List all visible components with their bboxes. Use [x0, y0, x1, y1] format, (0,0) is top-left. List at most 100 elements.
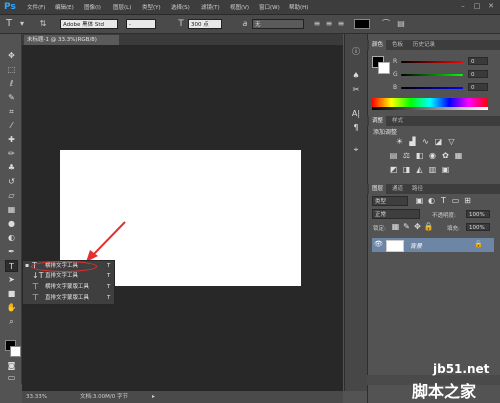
- lock-all-icon[interactable]: 🔒: [423, 222, 434, 232]
- menu-file[interactable]: 文件(F): [27, 3, 45, 11]
- hand-icon[interactable]: ✋: [5, 302, 18, 314]
- filter-type-icon[interactable]: T: [438, 196, 449, 206]
- tool-preset-icon[interactable]: ✂: [349, 84, 363, 96]
- align-right-icon[interactable]: ≡: [336, 19, 346, 29]
- brush-icon[interactable]: ✏: [5, 148, 18, 160]
- tab-swatches[interactable]: 色板: [389, 40, 406, 50]
- pen-icon[interactable]: ✒: [5, 246, 18, 258]
- screen-mode-icon[interactable]: ▭: [5, 372, 18, 384]
- eyedropper-icon[interactable]: ⁄: [5, 120, 18, 132]
- gradient-icon[interactable]: ▦: [5, 204, 18, 216]
- brush-preset-icon[interactable]: ♠: [349, 70, 363, 82]
- type-tool-preset-icon[interactable]: T: [4, 19, 14, 29]
- tab-adjustments[interactable]: 调整: [369, 116, 387, 126]
- panel-background-swatch[interactable]: [378, 62, 390, 74]
- menu-type[interactable]: 类型(Y): [142, 3, 161, 11]
- character-panel-icon[interactable]: ▤: [396, 19, 406, 29]
- lock-transparency-icon[interactable]: ▦: [390, 222, 401, 232]
- levels-icon[interactable]: ▟: [407, 137, 418, 147]
- toggle-orientation-icon[interactable]: ⇅: [38, 19, 48, 29]
- tab-color[interactable]: 颜色: [369, 40, 387, 50]
- vibrance-icon[interactable]: ▽: [446, 137, 457, 147]
- lock-position-icon[interactable]: ✥: [412, 222, 423, 232]
- filter-adjustment-icon[interactable]: ◐: [426, 196, 437, 206]
- navigator-icon[interactable]: ⌖: [349, 144, 363, 156]
- filter-smart-object-icon[interactable]: ⊞: [462, 196, 473, 206]
- quick-select-icon[interactable]: ✎: [5, 92, 18, 104]
- flyout-item-vertical-type-mask[interactable]: ⊤ 直排文字蒙版工具 T: [23, 293, 114, 303]
- rectangle-icon[interactable]: ■: [5, 288, 18, 300]
- menu-select[interactable]: 选择(S): [171, 3, 190, 11]
- font-family-select[interactable]: Adobe 黑体 Std: [60, 19, 118, 29]
- menu-view[interactable]: 视图(V): [230, 3, 249, 11]
- channel-b-slider[interactable]: [401, 87, 463, 89]
- tab-channels[interactable]: 通道: [389, 184, 406, 194]
- document-tab[interactable]: 未标题-1 @ 33.3%(RGB/8): [24, 35, 119, 45]
- channel-r-value[interactable]: 0: [468, 57, 488, 65]
- layer-name[interactable]: 背景: [410, 241, 422, 250]
- eraser-icon[interactable]: ▱: [5, 190, 18, 202]
- blur-icon[interactable]: ●: [5, 218, 18, 230]
- invert-icon[interactable]: ◩: [388, 165, 399, 175]
- paragraph-icon[interactable]: ¶: [349, 122, 363, 134]
- filter-shape-icon[interactable]: ▭: [450, 196, 461, 206]
- marquee-icon[interactable]: ⬚: [5, 64, 18, 76]
- lasso-icon[interactable]: ℓ: [5, 78, 18, 90]
- zoom-icon[interactable]: ⌕: [5, 316, 18, 328]
- grayscale-ramp[interactable]: [372, 107, 488, 110]
- path-select-icon[interactable]: ➤: [5, 274, 18, 286]
- dodge-icon[interactable]: ◐: [5, 232, 18, 244]
- anti-alias-select[interactable]: 无: [252, 19, 304, 29]
- channel-b-value[interactable]: 0: [468, 83, 488, 91]
- dropdown-arrow-icon[interactable]: ▾: [17, 19, 27, 29]
- lock-pixels-icon[interactable]: ✎: [401, 222, 412, 232]
- layer-kind-filter[interactable]: 类型: [372, 196, 408, 206]
- type-icon[interactable]: T: [5, 260, 18, 272]
- channel-g-slider[interactable]: [401, 74, 463, 76]
- menu-help[interactable]: 帮助(H): [289, 3, 308, 11]
- curves-icon[interactable]: ∿: [420, 137, 431, 147]
- spot-heal-icon[interactable]: ✚: [5, 134, 18, 146]
- maximize-button[interactable]: □: [472, 2, 482, 11]
- clone-stamp-icon[interactable]: ♣: [5, 162, 18, 174]
- color-lookup-icon[interactable]: ▦: [453, 151, 464, 161]
- menu-edit[interactable]: 编辑(E): [55, 3, 74, 11]
- history-brush-icon[interactable]: ↺: [5, 176, 18, 188]
- color-balance-icon[interactable]: ⚖: [401, 151, 412, 161]
- flyout-item-horizontal-type-mask[interactable]: ⊤ 横排文字蒙版工具 T: [23, 282, 114, 292]
- threshold-icon[interactable]: ◭: [414, 165, 425, 175]
- crop-icon[interactable]: ⌗: [5, 106, 18, 118]
- menu-window[interactable]: 窗口(W): [259, 3, 280, 11]
- selective-color-icon[interactable]: ▣: [440, 165, 451, 175]
- blend-mode-select[interactable]: 正常: [372, 209, 420, 219]
- hue-saturation-icon[interactable]: ▤: [388, 151, 399, 161]
- minimize-button[interactable]: –: [458, 2, 468, 11]
- tab-history[interactable]: 历史记录: [410, 40, 438, 50]
- filter-pixel-icon[interactable]: ▣: [414, 196, 425, 206]
- menu-image[interactable]: 图像(I): [84, 3, 101, 11]
- warp-text-icon[interactable]: ⌒: [381, 19, 391, 29]
- layer-visibility-icon[interactable]: 👁: [374, 240, 383, 248]
- photo-filter-icon[interactable]: ◉: [427, 151, 438, 161]
- close-button[interactable]: ✕: [486, 2, 496, 11]
- quick-mask-icon[interactable]: ◙: [5, 360, 18, 372]
- font-style-select[interactable]: -: [126, 19, 156, 29]
- channel-g-value[interactable]: 0: [468, 70, 488, 78]
- flyout-item-vertical-type[interactable]: ↓T 直排文字工具 T: [23, 271, 114, 281]
- exposure-icon[interactable]: ◪: [433, 137, 444, 147]
- black-white-icon[interactable]: ◧: [414, 151, 425, 161]
- fill-value[interactable]: 100%: [466, 223, 490, 231]
- move-icon[interactable]: ✥: [5, 50, 18, 62]
- font-size-select[interactable]: 300 点: [188, 19, 222, 29]
- gradient-map-icon[interactable]: ▥: [427, 165, 438, 175]
- tab-styles[interactable]: 样式: [389, 116, 406, 126]
- align-left-icon[interactable]: ≡: [312, 19, 322, 29]
- background-color-swatch[interactable]: [10, 346, 21, 357]
- zoom-level[interactable]: 33.33%: [26, 391, 47, 403]
- tab-layers[interactable]: 图层: [369, 184, 387, 194]
- channel-r-slider[interactable]: [401, 61, 463, 63]
- tab-paths[interactable]: 路径: [409, 184, 426, 194]
- text-color-swatch[interactable]: [354, 19, 370, 29]
- menu-layer[interactable]: 图层(L): [113, 3, 131, 11]
- info-panel-icon[interactable]: ⓘ: [349, 46, 363, 58]
